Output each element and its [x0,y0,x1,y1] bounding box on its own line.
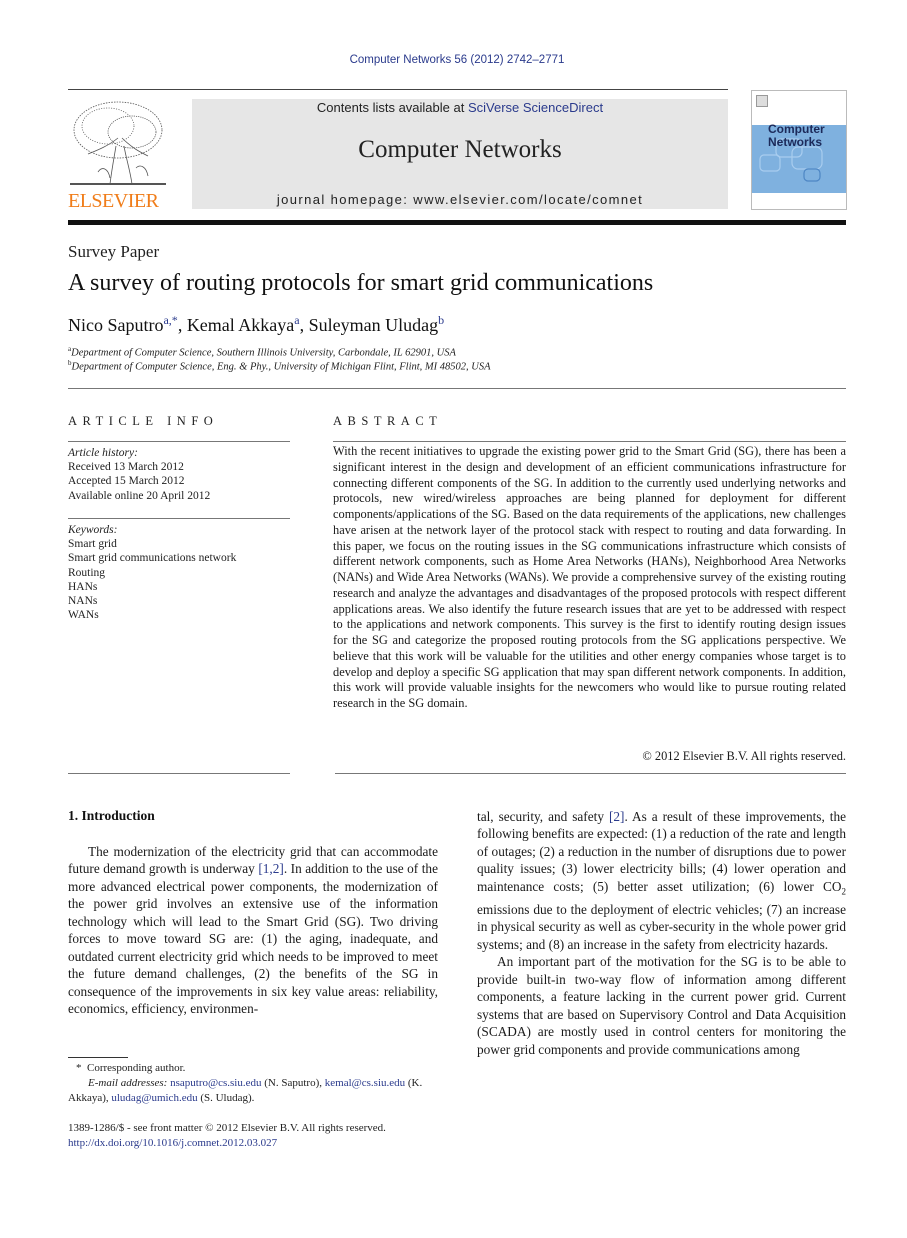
author-affiliation-mark[interactable]: b [438,313,444,327]
journal-reference-link[interactable]: Computer Networks 56 (2012) 2742–2771 [0,54,907,66]
paragraph: tal, security, and safety [2]. As a resu… [477,809,846,952]
affiliation: aDepartment of Computer Science, Souther… [68,345,456,359]
author-list: Nico Saputroa,*, Kemal Akkayaa, Suleyman… [68,313,445,335]
body-column-right: tal, security, and safety [2]. As a resu… [477,808,846,1058]
citation-link[interactable]: [2] [609,809,625,824]
keyword-item: WANs [68,609,99,622]
email-link[interactable]: nsaputro@cs.siu.edu [170,1077,261,1089]
keyword-item: NANs [68,595,98,608]
article-info-heading: ARTICLE INFO [68,414,219,428]
divider [68,518,290,519]
journal-cover-thumbnail[interactable]: Computer Networks [751,90,847,210]
contents-prefix: Contents lists available at [316,100,468,115]
doi-link[interactable]: http://dx.doi.org/10.1016/j.comnet.2012.… [68,1137,277,1149]
header-rule [68,89,728,90]
contents-availability: Contents lists available at SciVerse Sci… [192,100,728,115]
keyword-item: Smart grid communications network [68,552,237,565]
history-item: Received 13 March 2012 [68,461,184,474]
author-affiliation-mark[interactable]: a [294,313,299,327]
divider [68,441,290,442]
author-name: Suleyman Uludag [308,315,439,335]
paper-title: A survey of routing protocols for smart … [68,270,654,296]
keywords: Keywords: Smart grid Smart grid communic… [68,523,290,622]
section-heading: 1. Introduction [68,808,155,823]
cover-title: Computer Networks [768,123,825,149]
divider [68,388,846,389]
abstract-heading: ABSTRACT [333,414,443,428]
paragraph: The modernization of the electricity gri… [68,844,438,1017]
header-thick-rule [68,220,846,225]
author-affiliation-mark[interactable]: a,* [163,313,177,327]
paragraph: An important part of the motivation for … [477,954,846,1057]
elsevier-wordmark: ELSEVIER [68,190,159,212]
sciencedirect-link[interactable]: SciVerse ScienceDirect [468,100,603,115]
email-link[interactable]: uludag@umich.edu [111,1092,197,1104]
history-item: Available online 20 April 2012 [68,489,211,502]
journal-name: Computer Networks [358,136,562,163]
history-item: Accepted 15 March 2012 [68,475,185,488]
email-link[interactable]: kemal@cs.siu.edu [325,1077,405,1089]
divider [333,441,846,442]
cover-publisher-icon [756,95,768,107]
footnote-rule [68,1057,128,1058]
author-name: Kemal Akkaya [186,315,295,335]
citation-link[interactable]: [1,2] [258,861,283,876]
issn-block: 1389-1286/$ - see front matter © 2012 El… [68,1121,448,1151]
article-history: Article history: Received 13 March 2012 … [68,446,290,503]
history-label: Article history: [68,447,138,459]
footnotes: * Corresponding author. E-mail addresses… [68,1061,448,1106]
journal-homepage-link[interactable]: journal homepage: www.elsevier.com/locat… [192,192,728,207]
divider [335,773,846,774]
corresponding-author-note: * Corresponding author. [76,1062,186,1074]
keyword-item: Smart grid [68,538,117,551]
keyword-item: HANs [68,580,98,593]
abstract-text: With the recent initiatives to upgrade t… [333,444,846,710]
abstract-copyright: © 2012 Elsevier B.V. All rights reserved… [642,749,846,763]
issn-line: 1389-1286/$ - see front matter © 2012 El… [68,1122,386,1134]
keyword-item: Routing [68,566,106,579]
cover-title-line2: Networks [768,135,823,149]
affiliation: bDepartment of Computer Science, Eng. & … [68,359,491,373]
email-addresses: E-mail addresses: nsaputro@cs.siu.edu (N… [68,1077,423,1104]
divider [68,773,290,774]
article-type-label: Survey Paper [68,242,160,261]
body-column-left: The modernization of the electricity gri… [68,843,438,1018]
keywords-label: Keywords: [68,524,118,536]
author-name: Nico Saputro [68,315,164,335]
